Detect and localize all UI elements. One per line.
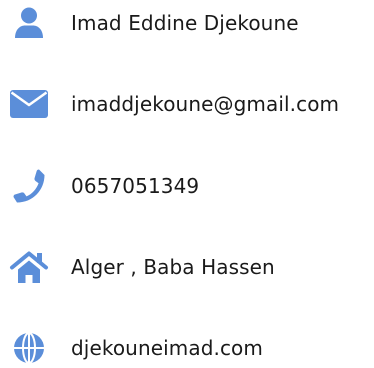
contact-website-link[interactable]: djekouneimad.com <box>71 328 263 368</box>
globe-icon <box>7 328 51 368</box>
phone-icon <box>7 166 51 206</box>
contact-item-email: imaddjekoune@gmail.com <box>0 84 374 124</box>
contact-item-website: djekouneimad.com <box>0 328 374 368</box>
contact-info-list: Imad Eddine Djekoune imaddjekoune@gmail.… <box>0 0 374 367</box>
contact-email-link[interactable]: imaddjekoune@gmail.com <box>71 84 339 124</box>
user-icon <box>7 3 51 43</box>
contact-phone-link[interactable]: 0657051349 <box>71 166 199 206</box>
contact-item-name: Imad Eddine Djekoune <box>0 3 374 43</box>
contact-address: Alger , Baba Hassen <box>71 255 275 279</box>
contact-item-address: Alger , Baba Hassen <box>0 247 374 287</box>
home-icon <box>7 247 51 287</box>
contact-item-phone: 0657051349 <box>0 166 374 206</box>
contact-name: Imad Eddine Djekoune <box>71 11 299 35</box>
envelope-icon <box>7 84 51 124</box>
